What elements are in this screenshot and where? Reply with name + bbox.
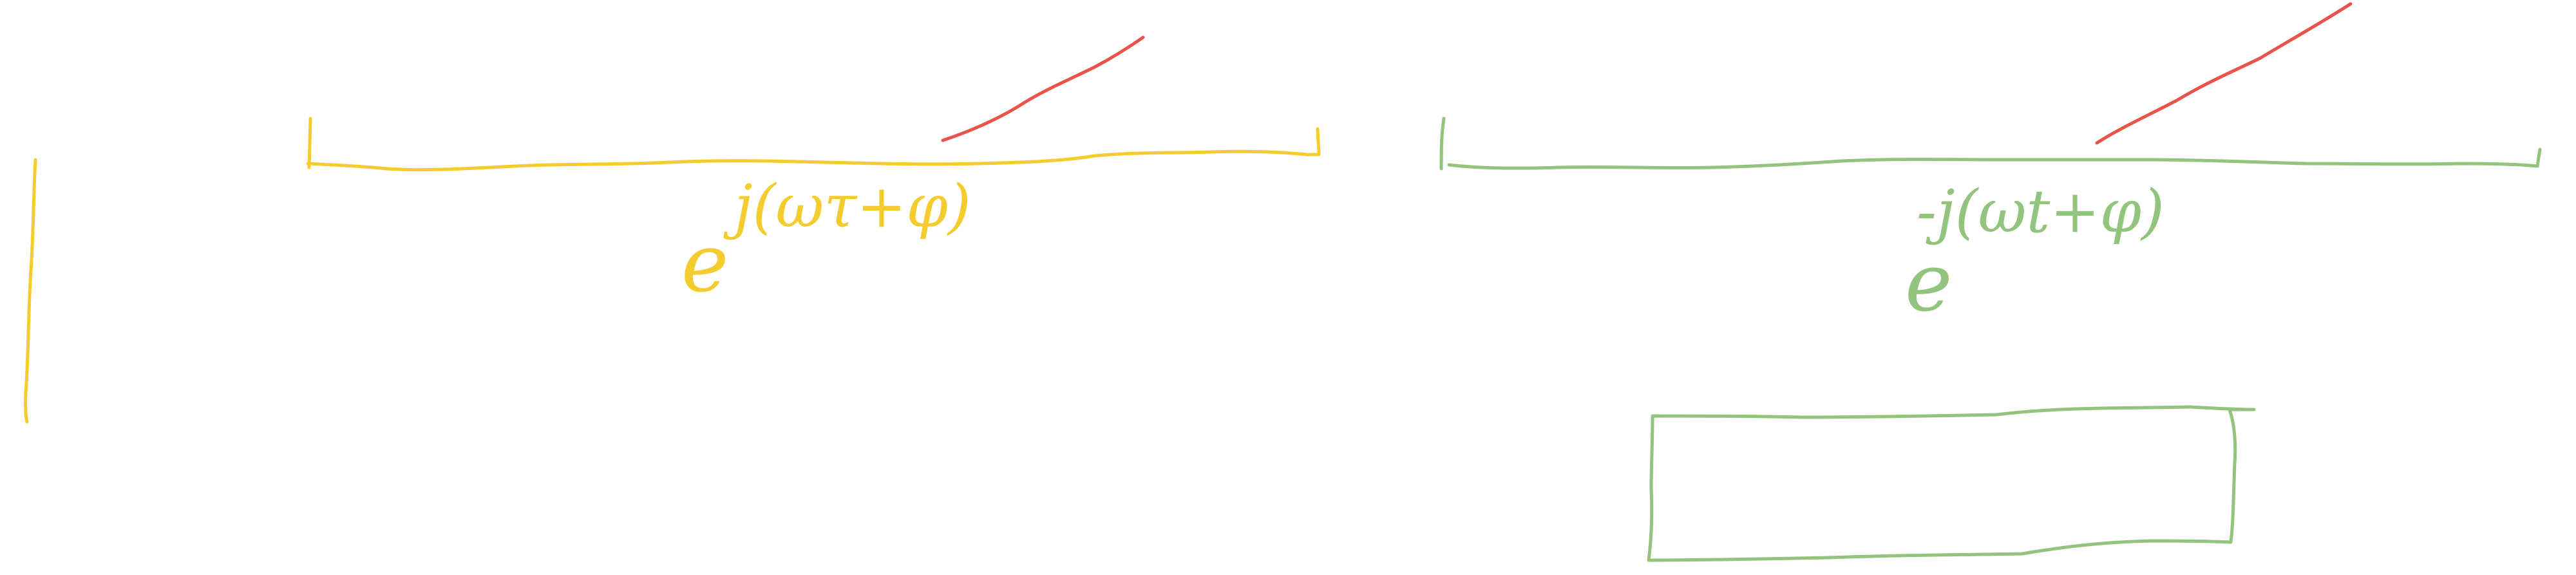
left-expression: e j(ωτ+φ) [681,172,971,310]
green-tick-left [1439,117,1446,171]
red-stroke-left [941,35,1145,142]
red-stroke-right [2095,2,2353,145]
whiteboard-canvas: e j(ωτ+φ) e -j(ωt+φ) [0,0,2576,575]
left-exp-base: e [681,218,728,310]
green-bracket-stroke [1447,147,2542,170]
right-exp-base: e [1905,237,1952,330]
right-expression: e -j(ωt+φ) [1905,177,2164,330]
right-exp-exponent: -j(ωt+φ) [1917,177,2164,246]
yellow-vertical-stroke [24,158,37,424]
yellow-bracket-stroke [306,117,1321,172]
whiteboard-drawing: e j(ωτ+φ) e -j(ωt+φ) [24,2,2542,562]
green-rectangle [1647,405,2256,562]
left-exp-exponent: j(ωτ+φ) [723,172,971,241]
